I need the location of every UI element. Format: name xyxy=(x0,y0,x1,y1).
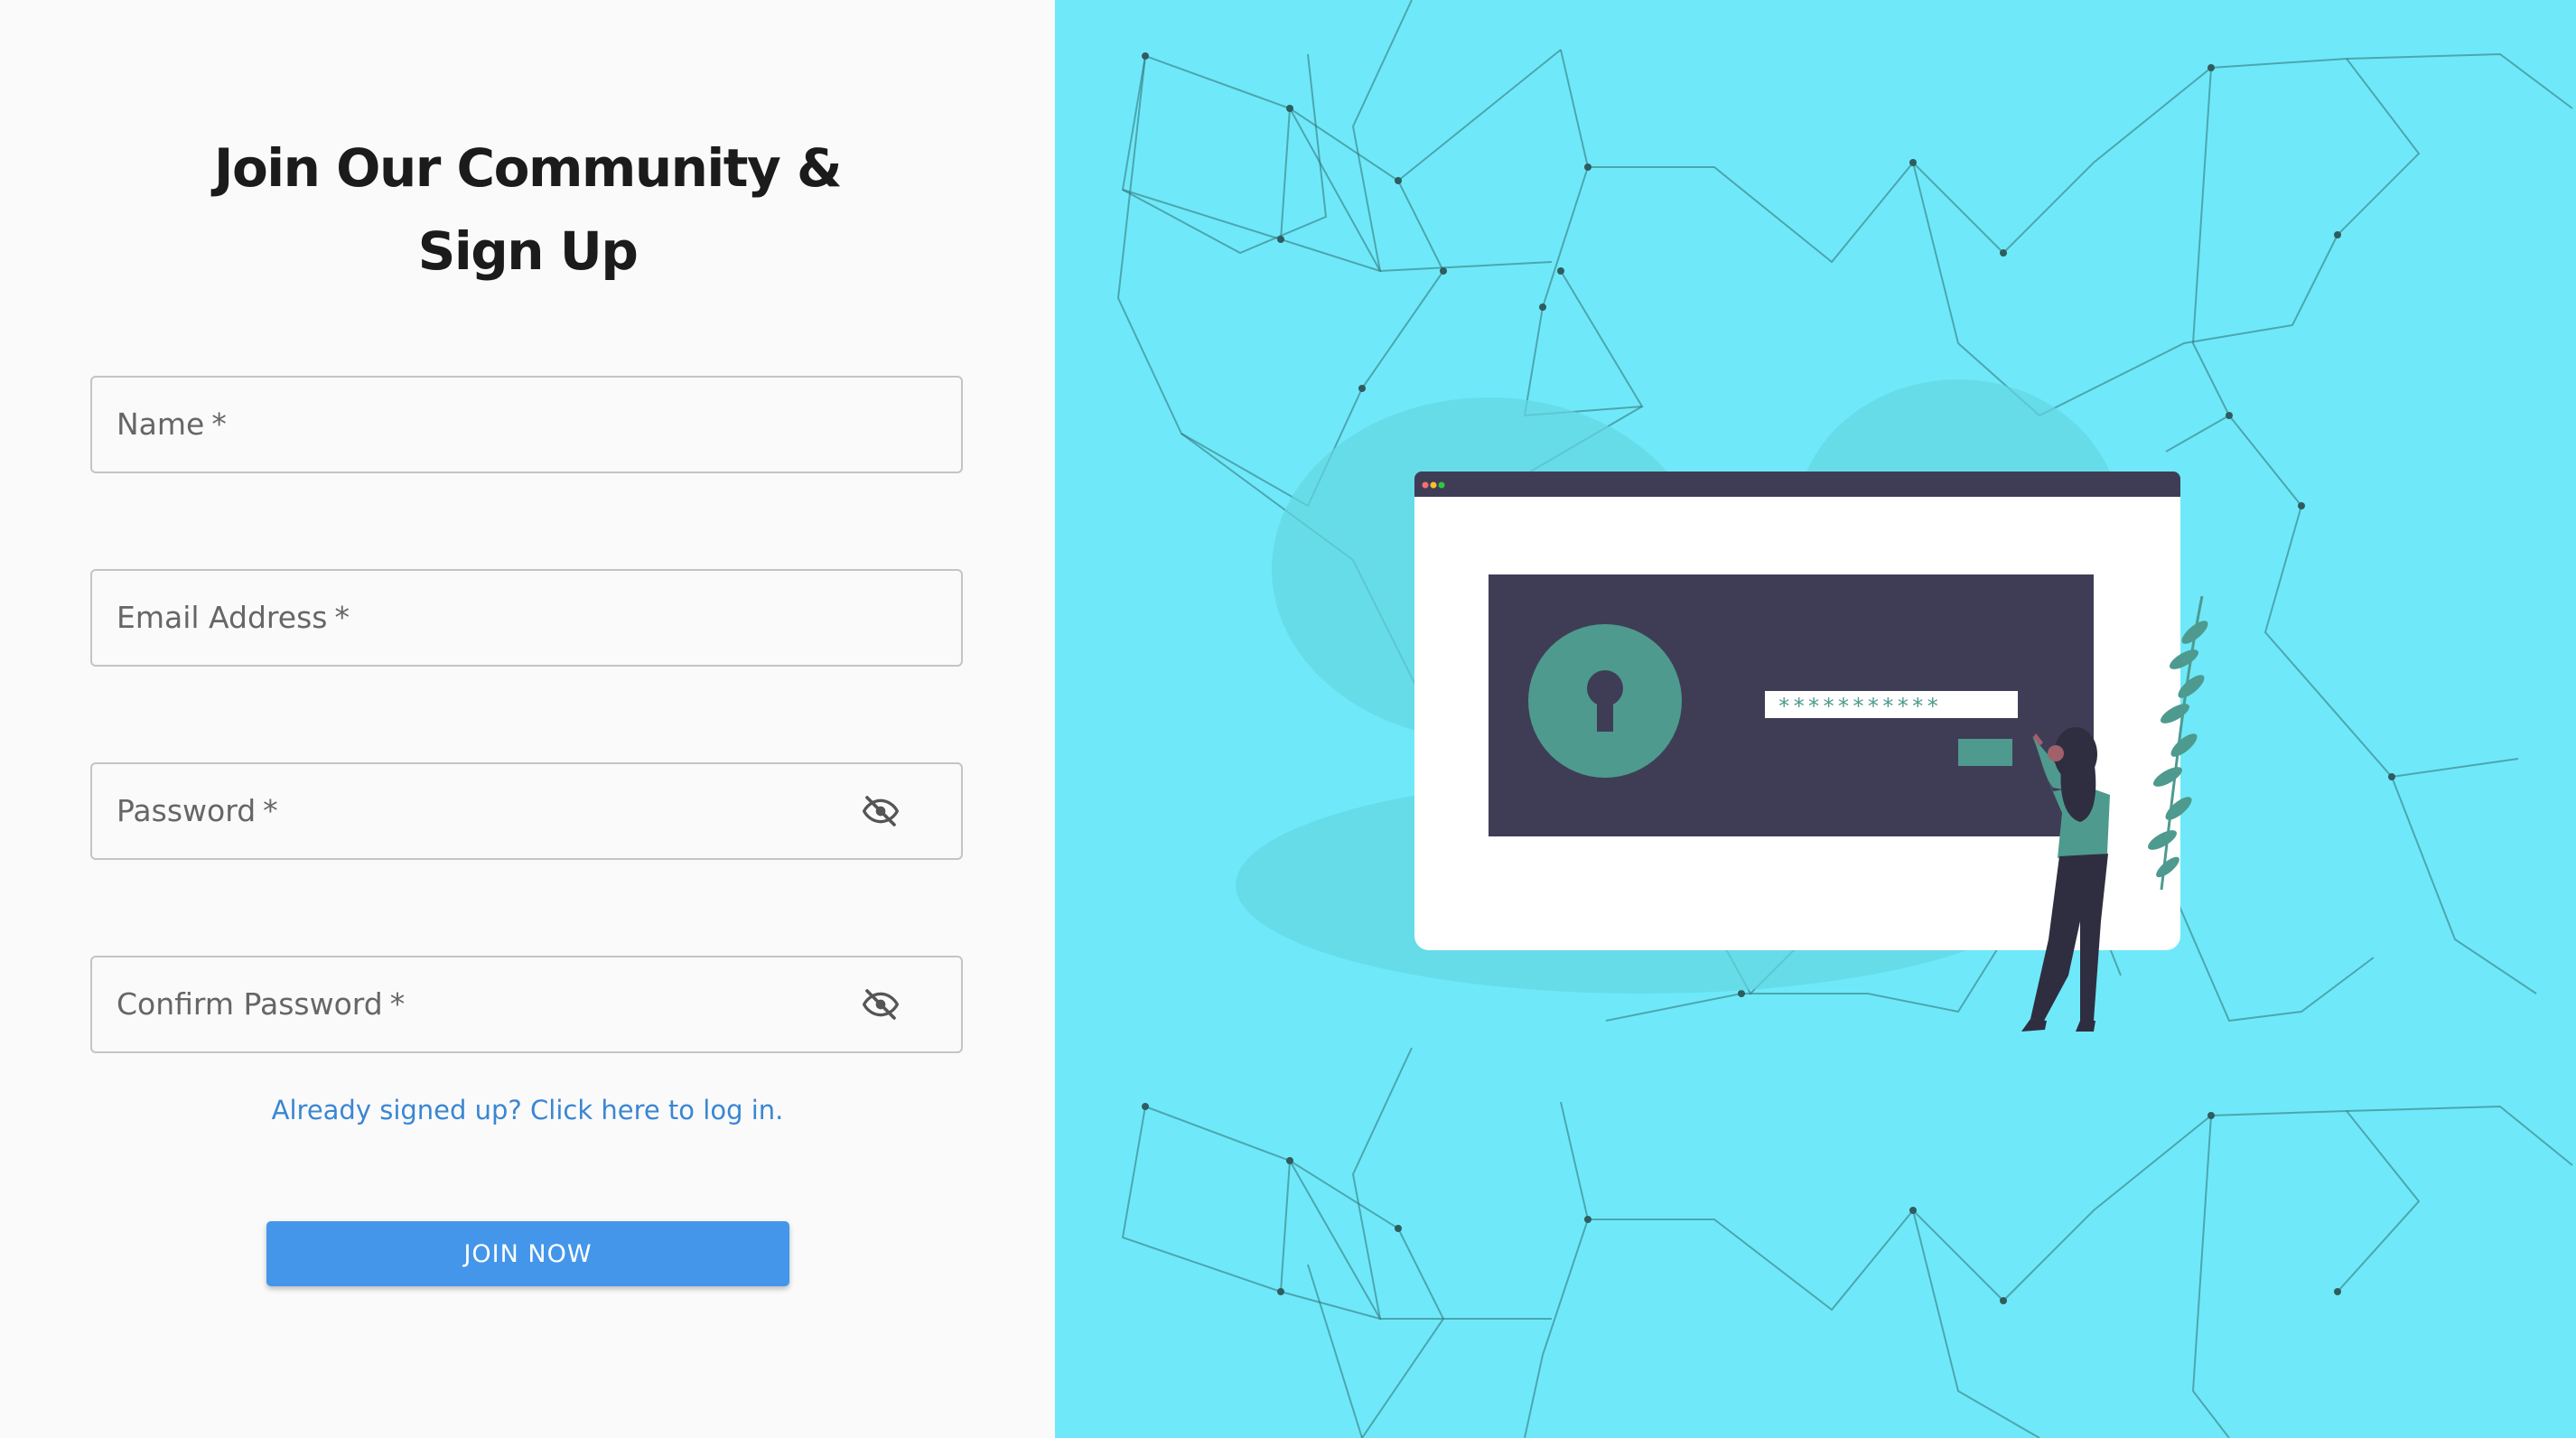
signup-form-panel: Join Our Community & Sign Up Name * Email… xyxy=(0,0,1055,1438)
page-title: Join Our Community & Sign Up xyxy=(0,126,1055,293)
password-field-label: Password * xyxy=(117,764,278,858)
eye-off-icon[interactable] xyxy=(860,986,901,1022)
required-marker: * xyxy=(263,793,278,828)
email-label-text: Email Address xyxy=(117,600,328,635)
page-title-line-1: Join Our Community & xyxy=(213,137,843,199)
email-field[interactable]: Email Address * xyxy=(90,569,963,667)
required-marker: * xyxy=(334,600,350,635)
illustration-panel: *********** xyxy=(1055,0,2576,1438)
login-link[interactable]: Already signed up? Click here to log in. xyxy=(0,1095,1055,1125)
password-field[interactable]: Password * xyxy=(90,762,963,860)
name-field-label: Name * xyxy=(117,378,227,472)
name-field[interactable]: Name * xyxy=(90,376,963,473)
signup-page: Join Our Community & Sign Up Name * Email… xyxy=(0,0,2576,1438)
confirm-password-field-label: Confirm Password * xyxy=(117,957,405,1051)
name-label-text: Name xyxy=(117,406,205,442)
email-field-label: Email Address * xyxy=(117,571,350,665)
required-marker: * xyxy=(389,986,406,1022)
join-now-button[interactable]: JOIN NOW xyxy=(266,1221,789,1286)
confirm-password-field[interactable]: Confirm Password * xyxy=(90,956,963,1053)
confirm-password-label-text: Confirm Password xyxy=(117,986,383,1022)
eye-off-icon[interactable] xyxy=(860,793,901,829)
page-title-line-2: Sign Up xyxy=(417,220,639,282)
password-mask-text: *********** xyxy=(1778,694,1941,719)
required-marker: * xyxy=(211,406,227,442)
password-label-text: Password xyxy=(117,793,257,828)
security-illustration: *********** xyxy=(1116,0,2573,1438)
